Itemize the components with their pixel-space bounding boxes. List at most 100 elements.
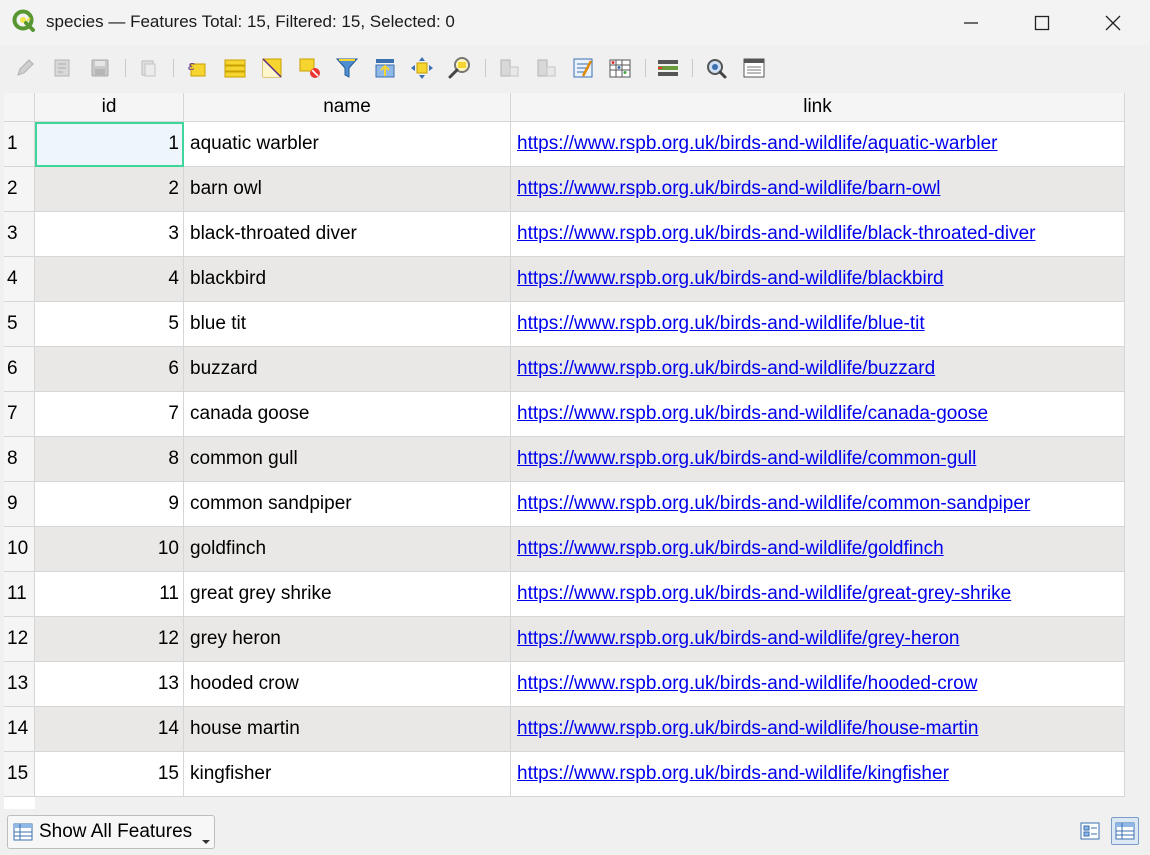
column-header-link[interactable]: link bbox=[511, 93, 1125, 122]
table-view-button[interactable] bbox=[1111, 817, 1139, 845]
pan-to-selection-button[interactable] bbox=[409, 55, 435, 81]
table-row[interactable]: 5 5 blue tit https://www.rspb.org.uk/birds-… bbox=[4, 302, 1125, 347]
zoom-to-selection-button[interactable] bbox=[447, 55, 473, 81]
row-number-header[interactable]: 10 bbox=[4, 527, 35, 572]
row-number-header[interactable]: 2 bbox=[4, 167, 35, 212]
cell-id[interactable]: 2 bbox=[35, 167, 184, 212]
cell-link[interactable]: https://www.rspb.org.uk/birds-and-wildli… bbox=[511, 257, 1125, 302]
table-row[interactable]: 7 7 canada goose https://www.rspb.org.uk/bi… bbox=[4, 392, 1125, 437]
filter-selected-button[interactable] bbox=[334, 55, 360, 81]
dock-window-button[interactable] bbox=[703, 55, 729, 81]
table-row[interactable]: 15 15 kingfisher https://www.rspb.org.uk/bi… bbox=[4, 752, 1125, 797]
actions-button[interactable] bbox=[655, 55, 681, 81]
cell-link[interactable]: https://www.rspb.org.uk/birds-and-wildli… bbox=[511, 347, 1125, 392]
cell-name[interactable]: buzzard bbox=[184, 347, 511, 392]
cell-id[interactable]: 14 bbox=[35, 707, 184, 752]
organize-columns-button[interactable] bbox=[741, 55, 767, 81]
cell-id[interactable]: 3 bbox=[35, 212, 184, 257]
cell-name[interactable]: grey heron bbox=[184, 617, 511, 662]
cell-link[interactable]: https://www.rspb.org.uk/birds-and-wildli… bbox=[511, 527, 1125, 572]
cell-link[interactable]: https://www.rspb.org.uk/birds-and-wildli… bbox=[511, 662, 1125, 707]
delete-features-button[interactable] bbox=[135, 55, 161, 81]
cell-link[interactable]: https://www.rspb.org.uk/birds-and-wildli… bbox=[511, 437, 1125, 482]
cell-link[interactable]: https://www.rspb.org.uk/birds-and-wildli… bbox=[511, 167, 1125, 212]
move-selection-top-button[interactable] bbox=[372, 55, 398, 81]
cell-id[interactable]: 15 bbox=[35, 752, 184, 797]
cell-id[interactable]: 9 bbox=[35, 482, 184, 527]
row-number-header[interactable]: 12 bbox=[4, 617, 35, 662]
cell-link[interactable]: https://www.rspb.org.uk/birds-and-wildli… bbox=[511, 212, 1125, 257]
cell-link[interactable]: https://www.rspb.org.uk/birds-and-wildli… bbox=[511, 482, 1125, 527]
cell-name[interactable]: canada goose bbox=[184, 392, 511, 437]
table-row[interactable]: 10 10 goldfinch https://www.rspb.org.uk/bir… bbox=[4, 527, 1125, 572]
table-row[interactable]: 12 12 grey heron https://www.rspb.org.uk/bi… bbox=[4, 617, 1125, 662]
row-number-header[interactable]: 6 bbox=[4, 347, 35, 392]
cell-id[interactable]: 8 bbox=[35, 437, 184, 482]
close-button[interactable] bbox=[1078, 0, 1148, 45]
cell-link[interactable]: https://www.rspb.org.uk/birds-and-wildli… bbox=[511, 617, 1125, 662]
table-row[interactable]: 9 9 common sandpiper https://www.rspb.org.u… bbox=[4, 482, 1125, 527]
cell-id[interactable]: 1 bbox=[35, 122, 184, 167]
cell-id[interactable]: 6 bbox=[35, 347, 184, 392]
cell-link[interactable]: https://www.rspb.org.uk/birds-and-wildli… bbox=[511, 302, 1125, 347]
cell-name[interactable]: kingfisher bbox=[184, 752, 511, 797]
cell-name[interactable]: goldfinch bbox=[184, 527, 511, 572]
row-number-header[interactable]: 9 bbox=[4, 482, 35, 527]
toggle-editing-button[interactable] bbox=[12, 55, 38, 81]
cell-id[interactable]: 4 bbox=[35, 257, 184, 302]
cell-id[interactable]: 5 bbox=[35, 302, 184, 347]
row-number-header[interactable]: 13 bbox=[4, 662, 35, 707]
cell-name[interactable]: blackbird bbox=[184, 257, 511, 302]
invert-selection-button[interactable] bbox=[259, 55, 285, 81]
table-row[interactable]: 3 3 black-throated diver https://www.rspb.o… bbox=[4, 212, 1125, 257]
table-row[interactable]: 1 1 aquatic warbler https://www.rspb.org.uk… bbox=[4, 122, 1125, 167]
cell-link[interactable]: https://www.rspb.org.uk/birds-and-wildli… bbox=[511, 122, 1125, 167]
cell-name[interactable]: common gull bbox=[184, 437, 511, 482]
cell-name[interactable]: common sandpiper bbox=[184, 482, 511, 527]
table-row[interactable]: 8 8 common gull https://www.rspb.org.uk/bir… bbox=[4, 437, 1125, 482]
column-header-id[interactable]: id bbox=[35, 93, 184, 122]
row-number-header[interactable]: 4 bbox=[4, 257, 35, 302]
form-view-button[interactable] bbox=[1076, 817, 1104, 845]
table-row[interactable]: 11 11 great grey shrike https://www.rspb.or… bbox=[4, 572, 1125, 617]
row-number-header[interactable]: 5 bbox=[4, 302, 35, 347]
table-row[interactable]: 4 4 blackbird https://www.rspb.org.uk/birds… bbox=[4, 257, 1125, 302]
delete-field-button[interactable] bbox=[533, 55, 559, 81]
cell-id[interactable]: 13 bbox=[35, 662, 184, 707]
table-row[interactable]: 6 6 buzzard https://www.rspb.org.uk/birds-a… bbox=[4, 347, 1125, 392]
cell-name[interactable]: aquatic warbler bbox=[184, 122, 511, 167]
select-all-button[interactable] bbox=[222, 55, 248, 81]
table-row[interactable]: 13 13 hooded crow https://www.rspb.org.uk/b… bbox=[4, 662, 1125, 707]
cell-id[interactable]: 12 bbox=[35, 617, 184, 662]
new-field-button[interactable] bbox=[496, 55, 522, 81]
deselect-all-button[interactable] bbox=[297, 55, 323, 81]
row-number-header[interactable]: 11 bbox=[4, 572, 35, 617]
row-number-header[interactable]: 15 bbox=[4, 752, 35, 797]
cell-id[interactable]: 11 bbox=[35, 572, 184, 617]
cell-name[interactable]: great grey shrike bbox=[184, 572, 511, 617]
row-number-header[interactable]: 3 bbox=[4, 212, 35, 257]
table-row[interactable]: 14 14 house martin https://www.rspb.org.uk/… bbox=[4, 707, 1125, 752]
save-edits-button[interactable] bbox=[87, 55, 113, 81]
row-number-header[interactable]: 1 bbox=[4, 122, 35, 167]
minimize-button[interactable] bbox=[936, 0, 1006, 45]
field-calculator-button[interactable] bbox=[570, 55, 596, 81]
row-number-header[interactable]: 8 bbox=[4, 437, 35, 482]
cell-link[interactable]: https://www.rspb.org.uk/birds-and-wildli… bbox=[511, 752, 1125, 797]
show-features-dropdown[interactable]: Show All Features bbox=[7, 815, 215, 849]
cell-name[interactable]: blue tit bbox=[184, 302, 511, 347]
row-number-header[interactable]: 7 bbox=[4, 392, 35, 437]
cell-name[interactable]: hooded crow bbox=[184, 662, 511, 707]
cell-id[interactable]: 7 bbox=[35, 392, 184, 437]
cell-link[interactable]: https://www.rspb.org.uk/birds-and-wildli… bbox=[511, 392, 1125, 437]
cell-link[interactable]: https://www.rspb.org.uk/birds-and-wildli… bbox=[511, 707, 1125, 752]
cell-name[interactable]: house martin bbox=[184, 707, 511, 752]
select-by-expression-button[interactable]: ε bbox=[184, 55, 210, 81]
cell-id[interactable]: 10 bbox=[35, 527, 184, 572]
column-header-name[interactable]: name bbox=[184, 93, 511, 122]
conditional-formatting-button[interactable] bbox=[607, 55, 633, 81]
table-row[interactable]: 2 2 barn owl https://www.rspb.org.uk/birds-… bbox=[4, 167, 1125, 212]
row-number-header[interactable]: 14 bbox=[4, 707, 35, 752]
cell-name[interactable]: barn owl bbox=[184, 167, 511, 212]
multi-edit-button[interactable] bbox=[50, 55, 76, 81]
